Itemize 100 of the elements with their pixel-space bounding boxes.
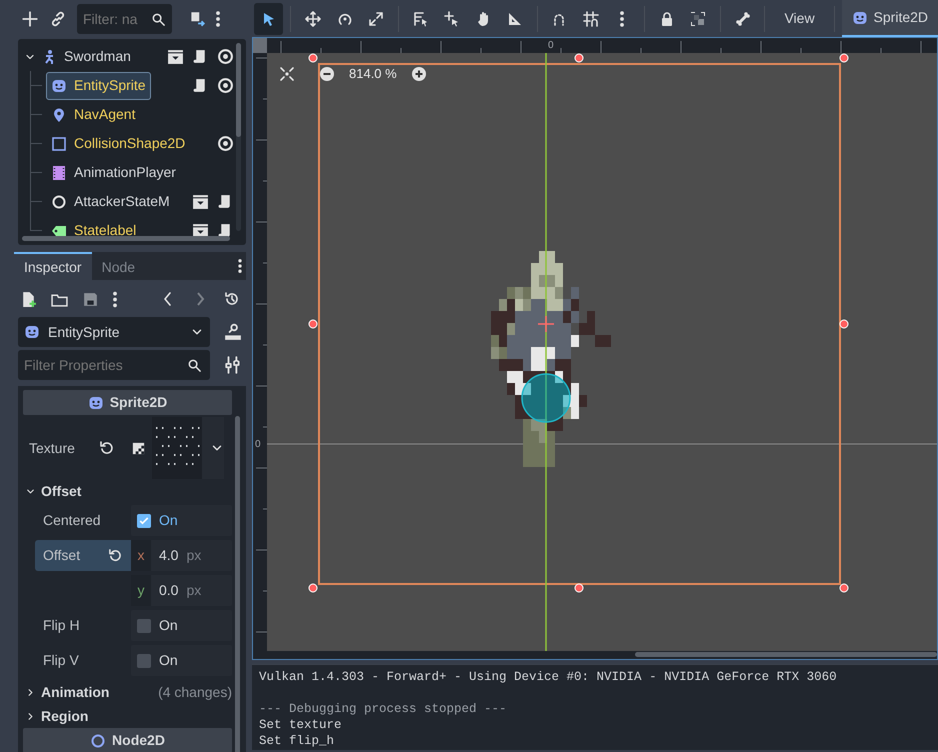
resize-handle[interactable] [574,54,584,62]
more-button[interactable] [216,11,220,27]
tab[interactable]: Sprite2D [842,0,938,37]
property-label: Flip H [42,616,81,635]
class-header[interactable]: Sprite2D [23,390,232,415]
tree-item[interactable]: Statelabel [46,216,142,244]
smiley-icon [852,10,868,26]
circle-icon [51,194,67,210]
property-group[interactable]: Animation (4 changes) [23,680,232,704]
add-node-button[interactable] [21,10,39,28]
tree-item[interactable]: Swordman [36,42,136,70]
property-group[interactable]: Region [23,704,232,728]
move-icon [305,10,322,26]
kebab-menu-icon [620,10,624,26]
number-value[interactable]: 4.0 [159,545,178,566]
film-strip-icon [51,164,67,180]
log-line: --- Debugging process stopped --- [259,701,508,717]
collision-circle[interactable] [521,373,571,423]
view-menu[interactable]: View [772,8,827,29]
new-file-button[interactable] [20,290,37,308]
resize-handle[interactable] [308,584,318,592]
kebab-menu-button[interactable] [113,290,117,308]
tree-connector-line [30,143,42,144]
zoom-in-icon[interactable] [410,66,427,82]
filter-field[interactable]: Filter: na [77,4,172,34]
tree-item[interactable]: AnimationPlayer [46,158,181,186]
new-file-icon [20,290,37,308]
floppy-disk-button[interactable] [82,290,99,308]
circle-icon [90,732,106,748]
zoom-reset-icon[interactable] [279,66,295,82]
clapperboard-icon[interactable] [192,193,209,210]
filter-field[interactable]: Filter Properties [18,350,210,380]
reset-button[interactable] [99,440,115,456]
scrollbar[interactable] [236,43,241,231]
property-group[interactable]: Offset [23,479,232,503]
grid-snap-icon [582,10,599,26]
unit-label: px [186,546,202,565]
eye-icon[interactable] [217,77,234,94]
kebab-menu-icon [216,11,220,27]
search-icon[interactable] [151,12,166,27]
smiley-icon [51,78,67,94]
ruler-label: 0 [548,39,554,53]
property-label: Centered [42,511,102,530]
smiley-icon [24,324,40,340]
resize-handle[interactable] [308,320,318,328]
tree-item[interactable]: AttackerStateM [46,188,175,216]
clapperboard-icon[interactable] [167,48,184,65]
class-header[interactable]: Node2D [23,728,232,752]
changes-note: (4 changes) [158,682,232,702]
search-icon[interactable] [187,358,202,373]
resize-handle[interactable] [308,54,318,62]
property-label: Texture [28,438,76,458]
check-icon [138,514,150,526]
texture-edit-icon [131,440,146,456]
zoom-level[interactable]: 814.0 % [341,64,405,84]
number-value[interactable]: 0.0 [159,580,178,601]
eye-icon[interactable] [217,48,234,65]
tools-icon [224,356,242,374]
scale-arrows-icon [368,10,384,26]
unit-label: px [186,581,202,600]
list-select-icon [412,10,429,26]
reset-icon [99,440,115,456]
docs-button[interactable] [224,323,242,341]
history-button[interactable] [224,291,240,307]
property-label[interactable]: Offset [35,540,131,571]
link-button[interactable] [49,10,67,28]
scrollbar[interactable] [22,236,230,241]
history-icon [224,291,240,307]
tree-connector-line [30,114,42,115]
tree-item[interactable]: EntitySprite [46,72,151,100]
axis-label: x [131,540,151,571]
pointer-tool-button[interactable] [254,2,284,34]
resize-handle[interactable] [840,584,848,592]
tree-item[interactable]: CollisionShape2D [46,130,190,158]
doc-search-icon [224,323,242,341]
axis-label: y [131,575,151,606]
object-selector[interactable]: EntitySprite [18,317,210,347]
more-button[interactable] [238,259,242,273]
ruler-label: 0 [255,438,261,452]
resize-handle[interactable] [840,54,848,62]
tools-button[interactable] [224,356,242,374]
tab[interactable]: Inspector [14,252,92,280]
scrollbar[interactable] [235,416,240,752]
tree-connector-line [30,201,42,202]
kebab-menu-icon [238,259,242,273]
zoom-out-icon[interactable] [319,66,335,82]
eye-icon[interactable] [217,135,234,152]
resize-handle[interactable] [840,320,848,328]
kebab-menu-icon [113,290,117,308]
tree-item[interactable]: NavAgent [46,100,140,128]
tree-connector-line [30,230,42,231]
resize-handle[interactable] [574,584,584,592]
reset-icon[interactable] [108,548,123,563]
log-line: Set flip_h [259,733,336,749]
smiley-icon [88,394,104,410]
edit-texture-button[interactable] [131,440,146,456]
texture-preview[interactable] [152,417,202,479]
link-icon [49,10,67,28]
group-icon [690,10,706,26]
tree-connector-line [30,85,42,86]
